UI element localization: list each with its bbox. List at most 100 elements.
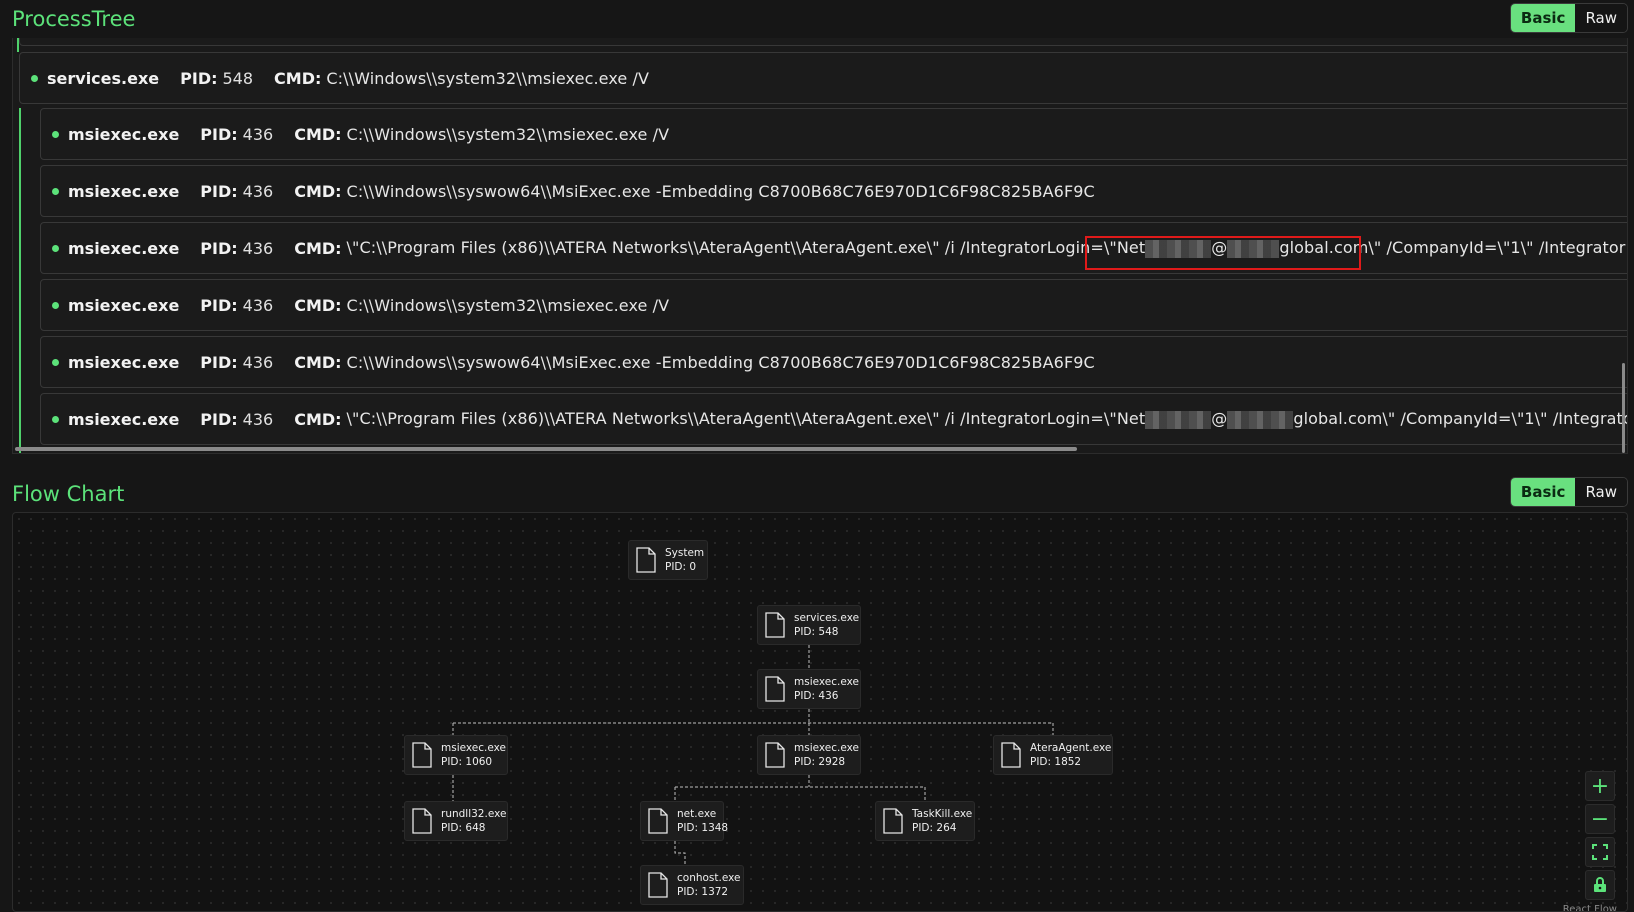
node-name: msiexec.exe: [441, 742, 506, 754]
tree-row[interactable]: msiexec.exe PID: 436 CMD: C:\\Windows\\s…: [40, 336, 1627, 388]
node-pid: PID: 1348: [677, 822, 729, 834]
pid-value: 436: [242, 238, 274, 258]
process-name: msiexec.exe: [68, 352, 180, 372]
flow-node[interactable]: AteraAgent.exe PID: 1852: [993, 735, 1113, 775]
cmd-value: C:\\Windows\\syswow64\\MsiExec.exe -Embe…: [346, 181, 1095, 201]
tree-row[interactable]: msiexec.exe PID: 436 CMD: C:\\Windows\\s…: [40, 108, 1627, 160]
flow-node[interactable]: msiexec.exe PID: 2928: [757, 735, 861, 775]
node-pid: PID: 1060: [441, 756, 493, 768]
flow-chart-view-toggle: Basic Raw: [1509, 477, 1628, 507]
node-name: net.exe: [677, 808, 717, 820]
status-dot-icon: [52, 244, 59, 252]
node-pid: PID: 2928: [794, 756, 846, 768]
flow-node[interactable]: msiexec.exe PID: 1060: [404, 735, 508, 775]
cmd-label: CMD:: [294, 352, 342, 372]
flow-edges: [452, 645, 1054, 865]
file-icon: [636, 547, 656, 573]
process-tree-header: ProcessTree Basic Raw: [0, 0, 1634, 40]
node-pid: PID: 648: [441, 822, 486, 834]
fit-view-button[interactable]: [1585, 837, 1615, 867]
pid-label: PID:: [200, 124, 238, 144]
redacted-mask: [1145, 410, 1212, 429]
process-name: msiexec.exe: [68, 124, 180, 144]
flow-node[interactable]: services.exe PID: 548: [757, 605, 861, 645]
edge: [674, 841, 686, 865]
node-name: TaskKill.exe: [912, 808, 973, 820]
tree-connector-line: [17, 38, 19, 52]
process-name: msiexec.exe: [68, 295, 180, 315]
edge: [674, 775, 926, 801]
flow-chart-title: Flow Chart: [12, 482, 125, 506]
pid-value: 436: [242, 409, 274, 429]
pid-label: PID:: [200, 295, 238, 315]
pid-value: 436: [242, 181, 274, 201]
file-icon: [1001, 742, 1021, 768]
status-dot-icon: [52, 301, 59, 309]
edge: [452, 709, 1054, 735]
pid-label: PID:: [200, 352, 238, 372]
flow-chart-header: Flow Chart Basic Raw: [0, 474, 1634, 514]
zoom-in-button[interactable]: +: [1585, 771, 1615, 801]
zoom-out-button[interactable]: −: [1585, 804, 1615, 834]
horizontal-scrollbar[interactable]: [15, 447, 1077, 451]
basic-view-button[interactable]: Basic: [1510, 478, 1576, 506]
tree-row[interactable]: msiexec.exe PID: 436 CMD: \"C:\\Program …: [40, 222, 1627, 274]
flow-node[interactable]: System PID: 0: [628, 540, 708, 580]
tree-row[interactable]: msiexec.exe PID: 436 CMD: C:\\Windows\\s…: [40, 279, 1627, 331]
pid-value: 548: [222, 68, 254, 88]
process-name: services.exe: [47, 68, 160, 88]
flow-chart-canvas[interactable]: System PID: 0 services.exe PID: 548 msiexe…: [12, 512, 1628, 912]
lock-icon: [1594, 877, 1606, 892]
file-icon: [765, 676, 785, 702]
flow-node[interactable]: TaskKill.exe PID: 264: [875, 801, 975, 841]
vertical-scrollbar[interactable]: [1622, 363, 1625, 453]
process-tree-title: ProcessTree: [12, 7, 136, 31]
flow-node[interactable]: rundll32.exe PID: 648: [404, 801, 508, 841]
cmd-value: \"C:\\Program Files (x86)\\ATERA Network…: [346, 409, 1627, 429]
cmd-value: C:\\Windows\\system32\\msiexec.exe /V: [346, 124, 670, 144]
pid-label: PID:: [200, 238, 238, 258]
pid-value: 436: [242, 295, 274, 315]
raw-view-button[interactable]: Raw: [1575, 478, 1627, 506]
highlight-box: [1085, 236, 1361, 270]
tree-row[interactable]: services.exe PID: 548 CMD: C:\\Windows\\…: [19, 52, 1627, 104]
file-icon: [648, 808, 668, 834]
file-icon: [765, 742, 785, 768]
file-icon: [883, 808, 903, 834]
redacted-mask: [1227, 410, 1294, 429]
minus-icon: −: [1590, 806, 1610, 832]
node-pid: PID: 1852: [1030, 756, 1082, 768]
cmd-label: CMD:: [294, 295, 342, 315]
flow-node[interactable]: net.exe PID: 1348: [640, 801, 728, 841]
pid-value: 436: [242, 352, 274, 372]
react-flow-attribution[interactable]: React Flow: [1563, 904, 1617, 911]
node-name: System: [665, 547, 705, 559]
pid-label: PID:: [200, 409, 238, 429]
process-tree-panel[interactable]: services.exe PID: 548 CMD: C:\\Windows\\…: [12, 38, 1628, 454]
flow-node[interactable]: conhost.exe PID: 1372: [640, 865, 744, 905]
node-name: rundll32.exe: [441, 808, 507, 820]
status-dot-icon: [52, 130, 59, 138]
pid-value: 436: [242, 124, 274, 144]
lock-button[interactable]: [1585, 870, 1615, 900]
flow-node[interactable]: msiexec.exe PID: 436: [757, 669, 861, 709]
tree-connector-line: [19, 108, 21, 453]
node-pid: PID: 1372: [677, 886, 729, 898]
tree-row[interactable]: msiexec.exe PID: 436 CMD: C:\\Windows\\s…: [40, 165, 1627, 217]
status-dot-icon: [52, 358, 59, 366]
pid-label: PID:: [180, 68, 218, 88]
plus-icon: +: [1590, 773, 1610, 799]
status-dot-icon: [31, 74, 38, 82]
basic-view-button[interactable]: Basic: [1510, 4, 1576, 32]
pid-label: PID:: [200, 181, 238, 201]
tree-row[interactable]: msiexec.exe PID: 436 CMD: \"C:\\Program …: [40, 393, 1627, 445]
node-pid: PID: 264: [912, 822, 957, 834]
node-name: AteraAgent.exe: [1030, 742, 1112, 754]
process-name: msiexec.exe: [68, 238, 180, 258]
node-name: msiexec.exe: [794, 676, 859, 688]
raw-view-button[interactable]: Raw: [1575, 4, 1627, 32]
process-name: msiexec.exe: [68, 181, 180, 201]
cmd-value: C:\\Windows\\system32\\msiexec.exe /V: [346, 295, 670, 315]
cmd-label: CMD:: [274, 68, 322, 88]
process-name: msiexec.exe: [68, 409, 180, 429]
